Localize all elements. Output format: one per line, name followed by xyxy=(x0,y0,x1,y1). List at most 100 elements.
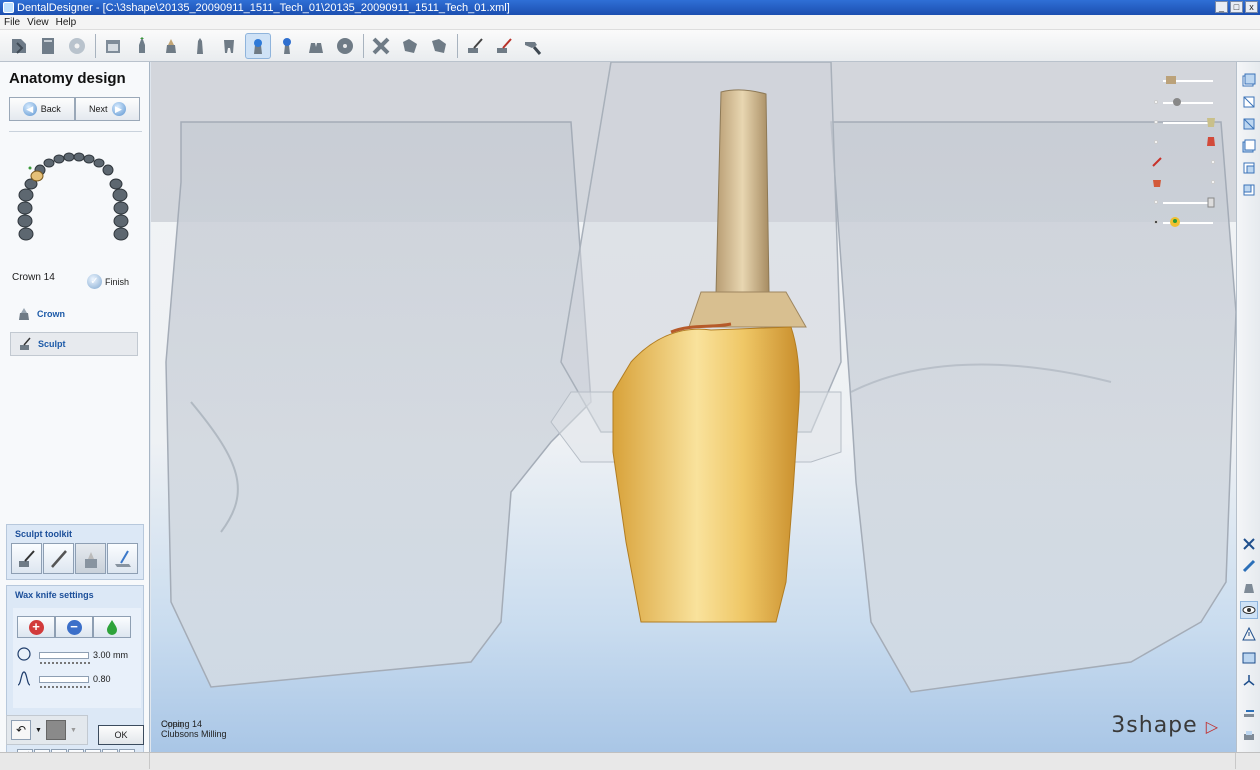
status-bar xyxy=(0,752,1260,770)
eye-icon[interactable] xyxy=(1240,601,1258,619)
ok-button[interactable]: OK xyxy=(98,725,144,745)
post-icon[interactable] xyxy=(187,33,213,59)
wizard-panel: Anatomy design ◀ Back Next ▶ Crown 14 ✓ Fin… xyxy=(0,62,150,770)
visibility-sliders xyxy=(1151,74,1221,234)
menu-bar: File View Help xyxy=(0,15,1260,30)
cd-icon[interactable] xyxy=(64,33,90,59)
view-right-icon[interactable] xyxy=(1240,137,1258,155)
warning-icon[interactable] xyxy=(1240,625,1258,643)
axis-icon[interactable] xyxy=(1240,671,1258,689)
step-sculpt-label: Sculpt xyxy=(38,339,66,349)
anatomy-icon[interactable] xyxy=(245,32,271,59)
sculpt-step-icon xyxy=(20,337,31,350)
calendar-icon[interactable] xyxy=(100,33,126,59)
finish-button[interactable]: ✓ Finish xyxy=(87,274,129,289)
crown-layer-icon xyxy=(1153,180,1161,187)
view-toolbar xyxy=(1236,62,1260,752)
main-toolbar xyxy=(0,30,1260,62)
material-label: Clubsons Milling xyxy=(161,729,227,739)
rocket-icon[interactable] xyxy=(129,33,155,59)
opacity-slider-4[interactable] xyxy=(1151,136,1221,148)
plus-icon: + xyxy=(28,619,44,635)
view-bottom-icon[interactable] xyxy=(1240,181,1258,199)
opacity-slider-3[interactable] xyxy=(1151,116,1221,128)
opacity-slider-1[interactable] xyxy=(1151,74,1221,86)
step-sculpt[interactable]: Sculpt xyxy=(10,332,138,356)
print-icon[interactable] xyxy=(1240,727,1258,745)
check-icon: ✓ xyxy=(87,274,102,289)
opacity-slider-2[interactable] xyxy=(1151,96,1221,108)
brush-tool-button[interactable] xyxy=(43,543,74,574)
section-icon[interactable] xyxy=(1240,579,1258,597)
tooth-arch-chart[interactable] xyxy=(16,148,132,244)
hammer-icon[interactable] xyxy=(520,33,546,59)
toolbar-separator xyxy=(363,33,364,58)
abutment-icon[interactable] xyxy=(274,33,300,59)
back-label: Back xyxy=(40,104,61,114)
book-icon[interactable] xyxy=(35,33,61,59)
opacity-slider-6[interactable] xyxy=(1151,176,1221,188)
opacity-slider-8[interactable] xyxy=(1151,216,1221,228)
undo-group: ↶ ▼ ▼ xyxy=(6,715,88,745)
undo-button[interactable]: ↶ xyxy=(11,720,31,740)
wax-knife-tool-button[interactable] xyxy=(11,543,42,574)
case-info: Opaq Coping 14 Clubsons Milling xyxy=(161,719,227,739)
brush-icon xyxy=(50,549,67,568)
overlay-ghost-text: Opaq xyxy=(161,719,184,729)
import-icon[interactable] xyxy=(6,33,32,59)
finish-label: Finish xyxy=(105,276,130,287)
minimize-button[interactable]: _ xyxy=(1215,1,1228,13)
menu-file[interactable]: File xyxy=(4,17,20,28)
add-material-button[interactable]: + xyxy=(17,616,55,638)
post-layer-icon xyxy=(1207,197,1215,208)
opacity-slider-7[interactable] xyxy=(1151,196,1221,208)
strength-slider-row: 0.80 xyxy=(17,670,111,688)
menu-help[interactable]: Help xyxy=(56,17,77,28)
remove-material-button[interactable]: − xyxy=(55,616,93,638)
size-slider[interactable] xyxy=(39,651,90,664)
tooth-icon[interactable] xyxy=(216,33,242,59)
fit-icon[interactable] xyxy=(368,33,394,59)
scan-icon xyxy=(1173,98,1181,106)
view-front-icon[interactable] xyxy=(1240,71,1258,89)
back-button[interactable]: ◀ Back xyxy=(9,97,75,121)
view-left-icon[interactable] xyxy=(1240,115,1258,133)
export-icon[interactable] xyxy=(1240,703,1258,721)
post xyxy=(715,89,770,295)
model-icon xyxy=(1166,76,1176,84)
bridge-icon[interactable] xyxy=(303,33,329,59)
sculpt-tool-button[interactable] xyxy=(75,543,106,574)
morph-icon[interactable] xyxy=(397,33,423,59)
color-dropdown-icon[interactable]: ▼ xyxy=(70,727,77,734)
slider-ticks xyxy=(40,661,90,664)
fit-view-icon[interactable] xyxy=(1240,535,1258,553)
coping-layer-icon xyxy=(1170,217,1180,227)
measure-icon[interactable] xyxy=(1240,557,1258,575)
close-button[interactable]: x xyxy=(1245,1,1258,13)
wax-knife-icon[interactable] xyxy=(462,33,488,59)
screenshot-icon[interactable] xyxy=(1240,649,1258,667)
divider xyxy=(9,131,142,132)
view-back-icon[interactable] xyxy=(1240,93,1258,111)
strength-slider[interactable] xyxy=(39,675,90,688)
step-crown[interactable]: Crown xyxy=(10,302,138,326)
wrap-icon[interactable] xyxy=(426,33,452,59)
smooth-icon xyxy=(114,549,131,567)
view-top-icon[interactable] xyxy=(1240,159,1258,177)
next-button[interactable]: Next ▶ xyxy=(74,97,140,121)
opacity-slider-5[interactable] xyxy=(1151,156,1221,168)
3d-viewport[interactable]: Opaq Coping 14 Clubsons Milling 3shape ▷ xyxy=(151,62,1236,752)
disc-icon[interactable] xyxy=(332,33,358,59)
smooth-material-button[interactable] xyxy=(93,616,131,638)
scrape-icon[interactable] xyxy=(491,33,517,59)
size-slider-row: 3.00 mm xyxy=(17,647,128,664)
logo-text: 3shape xyxy=(1111,713,1198,738)
color-swatch[interactable] xyxy=(45,720,66,740)
crown-icon[interactable] xyxy=(158,33,184,59)
next-label: Next xyxy=(88,104,108,114)
menu-view[interactable]: View xyxy=(27,17,49,28)
maximize-button[interactable]: □ xyxy=(1230,1,1243,13)
toolbar-separator xyxy=(95,33,96,58)
undo-dropdown-icon[interactable]: ▼ xyxy=(35,727,42,734)
smooth-tool-button[interactable] xyxy=(107,543,138,574)
